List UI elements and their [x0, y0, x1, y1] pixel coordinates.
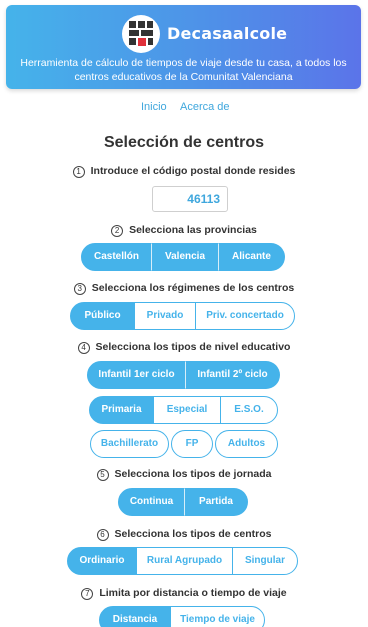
- step-schedules: 5 Selecciona los tipos de jornada: [0, 468, 368, 481]
- center-singular-button[interactable]: Singular: [232, 547, 298, 575]
- step-label: Limita por distancia o tiempo de viaje: [99, 587, 287, 599]
- provinces-toggle-group: Castellón Valencia Alicante: [81, 243, 285, 271]
- province-castellon-button[interactable]: Castellón: [81, 243, 152, 271]
- level-fp-button[interactable]: FP: [171, 430, 213, 458]
- center-ordinario-button[interactable]: Ordinario: [67, 547, 137, 575]
- step-center-types: 6 Selecciona los tipos de centros: [0, 528, 368, 541]
- nav-about-link[interactable]: Acerca de: [180, 101, 230, 113]
- levels-row1-group: Infantil 1er ciclo Infantil 2º ciclo: [87, 361, 280, 389]
- level-primaria-button[interactable]: Primaria: [89, 396, 154, 424]
- nav-home-link[interactable]: Inicio: [141, 101, 167, 113]
- level-especial-button[interactable]: Especial: [153, 396, 221, 424]
- schedule-continua-button[interactable]: Continua: [118, 488, 185, 516]
- step-label: Introduce el código postal donde resides: [90, 165, 296, 177]
- level-infantil1-button[interactable]: Infantil 1er ciclo: [87, 361, 186, 389]
- center-types-toggle-group: Ordinario Rural Agrupado Singular: [67, 547, 298, 575]
- step-number-icon: 3: [73, 283, 86, 295]
- province-valencia-button[interactable]: Valencia: [151, 243, 219, 271]
- step-number-icon: 4: [77, 342, 90, 354]
- step-label: Selecciona las provincias: [129, 224, 257, 236]
- regime-publico-button[interactable]: Público: [70, 302, 135, 330]
- regimes-toggle-group: Público Privado Priv. concertado: [70, 302, 295, 330]
- step-provinces: 2 Selecciona las provincias: [0, 224, 368, 237]
- level-infantil2-button[interactable]: Infantil 2º ciclo: [185, 361, 280, 389]
- level-bachillerato-button[interactable]: Bachillerato: [90, 430, 169, 458]
- app-subtitle: Herramienta de cálculo de tiempos de via…: [20, 57, 347, 83]
- step-label: Selecciona los régimenes de los centros: [91, 282, 295, 294]
- step-limit: 7 Limita por distancia o tiempo de viaje: [0, 587, 368, 600]
- step-label: Selecciona los tipos de jornada: [114, 468, 272, 480]
- level-eso-button[interactable]: E.S.O.: [220, 396, 278, 424]
- page-title: Selección de centros: [103, 134, 265, 151]
- schedule-partida-button[interactable]: Partida: [184, 488, 248, 516]
- levels-row3-group: Bachillerato FP Adultos: [90, 430, 278, 458]
- schedules-toggle-group: Continua Partida: [118, 488, 248, 516]
- level-adultos-button[interactable]: Adultos: [215, 430, 278, 458]
- levels-row2-group: Primaria Especial E.S.O.: [89, 396, 278, 424]
- step-postal-code: 1 Introduce el código postal donde reside…: [0, 165, 368, 178]
- limit-toggle-group: Distancia Tiempo de viaje: [99, 606, 265, 627]
- step-levels: 4 Selecciona los tipos de nivel educativo: [0, 341, 368, 354]
- app-header: Decasaalcole Herramienta de cálculo de t…: [6, 5, 361, 89]
- app-title: Decasaalcole: [167, 24, 288, 43]
- step-number-icon: 7: [81, 588, 94, 600]
- regime-privado-button[interactable]: Privado: [134, 302, 196, 330]
- limit-distance-button[interactable]: Distancia: [99, 606, 171, 627]
- app-logo-icon: [122, 15, 160, 53]
- center-rural-button[interactable]: Rural Agrupado: [136, 547, 233, 575]
- postal-code-input[interactable]: 46113: [152, 186, 228, 212]
- step-regimes: 3 Selecciona los régimenes de los centros: [0, 282, 368, 295]
- step-number-icon: 1: [72, 166, 85, 178]
- step-label: Selecciona los tipos de nivel educativo: [95, 341, 291, 353]
- step-number-icon: 2: [111, 225, 124, 237]
- province-alicante-button[interactable]: Alicante: [218, 243, 285, 271]
- regime-concertado-button[interactable]: Priv. concertado: [195, 302, 295, 330]
- step-label: Selecciona los tipos de centros: [114, 528, 272, 540]
- step-number-icon: 6: [96, 529, 109, 541]
- limit-time-button[interactable]: Tiempo de viaje: [170, 606, 265, 627]
- step-number-icon: 5: [96, 469, 109, 481]
